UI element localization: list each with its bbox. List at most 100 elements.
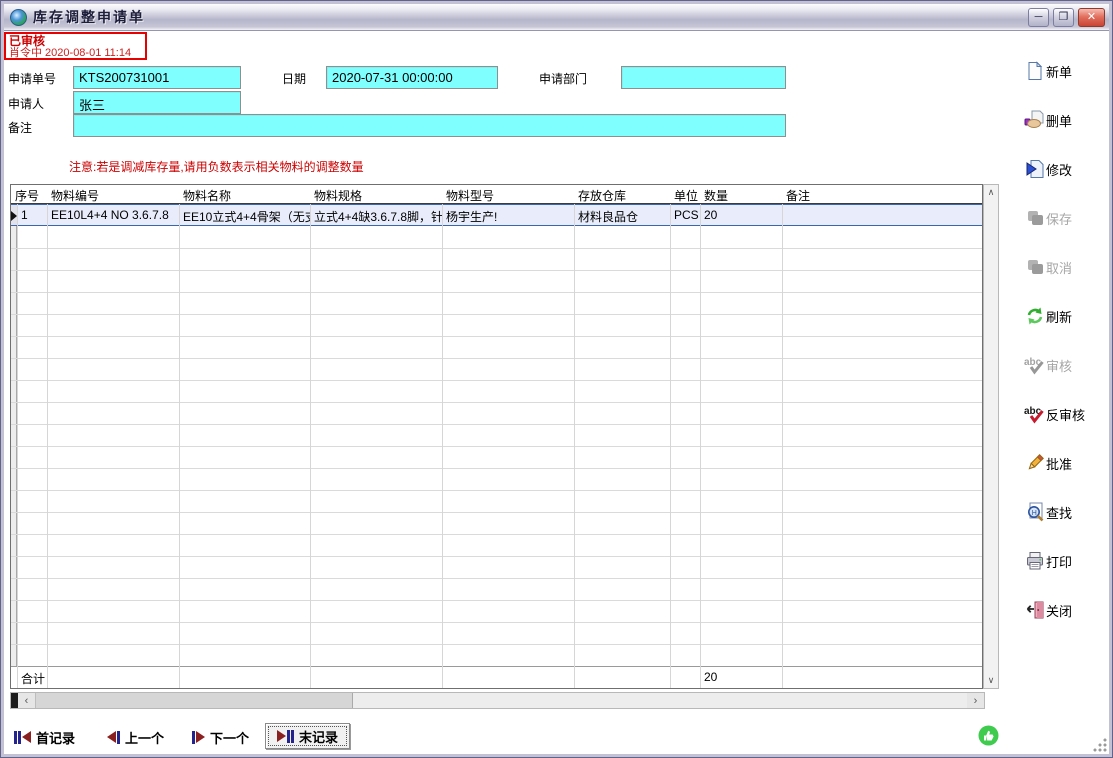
- save-icon: [1024, 208, 1046, 228]
- total-label: 合计: [17, 667, 47, 688]
- grid-column-line: [670, 204, 671, 688]
- col-header-warehouse[interactable]: 存放仓库: [574, 185, 670, 203]
- date-field[interactable]: 2020-07-31 00:00:00: [326, 66, 498, 89]
- cell-spec: 立式4+4缺3.6.7.8脚，针: [310, 205, 442, 225]
- cell-remark: [782, 205, 982, 225]
- grid-row-line: [11, 534, 982, 535]
- scroll-up-icon[interactable]: ∧: [984, 185, 998, 200]
- request-no-label: 申请单号: [8, 70, 56, 87]
- grid-header-row: 序号 物料编号 物料名称 物料规格 物料型号 存放仓库 单位 数量 备注: [11, 185, 982, 204]
- next-record-button[interactable]: 下一个: [192, 725, 249, 749]
- department-field[interactable]: [621, 66, 786, 89]
- close-window-button[interactable]: ✕: [1078, 8, 1105, 27]
- cell-unit: PCS: [670, 205, 700, 225]
- edit-doc-icon: [1024, 159, 1046, 179]
- svg-text:H: H: [1032, 510, 1037, 517]
- scrollbar-thumb[interactable]: [35, 693, 353, 708]
- date-label: 日期: [282, 70, 306, 87]
- approve-icon: [1024, 453, 1046, 473]
- grid-column-line: [700, 204, 701, 688]
- grid-row-line: [11, 468, 982, 469]
- refresh-icon: [1024, 306, 1046, 326]
- grid-column-line: [17, 204, 18, 688]
- request-no-field[interactable]: KTS200731001: [73, 66, 241, 89]
- grid-column-line: [310, 204, 311, 688]
- col-header-remark[interactable]: 备注: [782, 185, 982, 203]
- grid-row-line: [11, 644, 982, 645]
- new-button[interactable]: 新单: [1024, 59, 1109, 83]
- grid-column-line: [179, 204, 180, 688]
- scroll-left-icon[interactable]: ‹: [18, 693, 35, 708]
- grid-row-line: [11, 446, 982, 447]
- unaudit-icon: abc: [1024, 404, 1046, 424]
- audit-icon: abc: [1024, 355, 1046, 375]
- modify-button[interactable]: 修改: [1024, 157, 1109, 181]
- refresh-button[interactable]: 刷新: [1024, 304, 1109, 328]
- app-window: 库存调整申请单 ─ ❐ ✕ 已审核 肖令中 2020-08-01 11:14 申…: [0, 0, 1113, 758]
- col-header-name[interactable]: 物料名称: [179, 185, 310, 203]
- col-header-code[interactable]: 物料编号: [47, 185, 179, 203]
- grid-column-line: [574, 204, 575, 688]
- col-header-qty[interactable]: 数量: [700, 185, 782, 203]
- grid-row-line: [11, 336, 982, 337]
- audit-status-box: 已审核 肖令中 2020-08-01 11:14: [4, 32, 147, 60]
- grid-row-line: [11, 358, 982, 359]
- previous-record-icon: [107, 731, 120, 744]
- save-button: 保存: [1024, 206, 1109, 230]
- grid-row-line: [11, 512, 982, 513]
- confirm-status-icon: [978, 725, 999, 746]
- remark-field[interactable]: [73, 114, 786, 137]
- requester-field[interactable]: 张三: [73, 91, 241, 114]
- grid-row-line: [11, 622, 982, 623]
- grid-row-line: [11, 248, 982, 249]
- find-button[interactable]: H 查找: [1024, 500, 1109, 524]
- grid-row-line: [11, 402, 982, 403]
- scrollbar-corner-block: [11, 693, 18, 708]
- close-form-button[interactable]: 关闭: [1024, 598, 1109, 622]
- resize-grip[interactable]: [1093, 738, 1107, 752]
- scroll-down-icon[interactable]: ∨: [984, 673, 998, 688]
- requester-label: 申请人: [8, 95, 44, 112]
- total-qty: 20: [700, 667, 782, 688]
- audit-status: 已审核: [9, 35, 142, 47]
- approve-button[interactable]: 批准: [1024, 451, 1109, 475]
- audit-detail: 肖令中 2020-08-01 11:14: [9, 47, 142, 59]
- grid-vertical-scrollbar[interactable]: ∧ ∨: [983, 184, 999, 689]
- minimize-button[interactable]: ─: [1028, 8, 1049, 27]
- warning-text: 注意:若是调减库存量,请用负数表示相关物料的调整数量: [69, 158, 364, 175]
- delete-button[interactable]: 删单: [1024, 108, 1109, 132]
- cell-seq: 1: [17, 205, 47, 225]
- scroll-right-icon[interactable]: ›: [967, 693, 984, 708]
- cell-code: EE10L4+4 NO 3.6.7.8: [47, 205, 179, 225]
- grid-row-line: [11, 578, 982, 579]
- window-title: 库存调整申请单: [33, 7, 145, 27]
- unaudit-button[interactable]: abc 反审核: [1024, 402, 1109, 426]
- first-record-button[interactable]: 首记录: [14, 725, 75, 749]
- cancel-button: 取消: [1024, 255, 1109, 279]
- remark-label: 备注: [8, 119, 32, 136]
- grid-row-line: [11, 270, 982, 271]
- cancel-icon: [1024, 257, 1046, 277]
- print-button[interactable]: 打印: [1024, 549, 1109, 573]
- cell-warehouse: 材料良品仓: [574, 205, 670, 225]
- col-header-spec[interactable]: 物料规格: [310, 185, 442, 203]
- last-record-button[interactable]: 末记录: [265, 723, 350, 749]
- grid-column-line: [782, 204, 783, 688]
- exit-door-icon: [1024, 600, 1046, 620]
- items-grid[interactable]: 序号 物料编号 物料名称 物料规格 物料型号 存放仓库 单位 数量 备注 1 E…: [10, 184, 983, 689]
- grid-row-line: [11, 490, 982, 491]
- department-label: 申请部门: [539, 70, 587, 87]
- col-header-seq[interactable]: 序号: [11, 185, 47, 203]
- find-icon: H: [1024, 502, 1046, 522]
- col-header-model[interactable]: 物料型号: [442, 185, 574, 203]
- print-icon: [1024, 551, 1046, 571]
- cell-model: 杨宇生产!: [442, 205, 574, 225]
- new-doc-icon: [1024, 61, 1046, 81]
- grid-row-line: [11, 314, 982, 315]
- grid-horizontal-scrollbar[interactable]: ‹ ›: [10, 692, 985, 709]
- maximize-button[interactable]: ❐: [1053, 8, 1074, 27]
- grid-row-line: [11, 424, 982, 425]
- table-row[interactable]: 1 EE10L4+4 NO 3.6.7.8 EE10立式4+4骨架（无支 立式4…: [11, 204, 982, 226]
- previous-record-button[interactable]: 上一个: [107, 725, 164, 749]
- col-header-unit[interactable]: 单位: [670, 185, 700, 203]
